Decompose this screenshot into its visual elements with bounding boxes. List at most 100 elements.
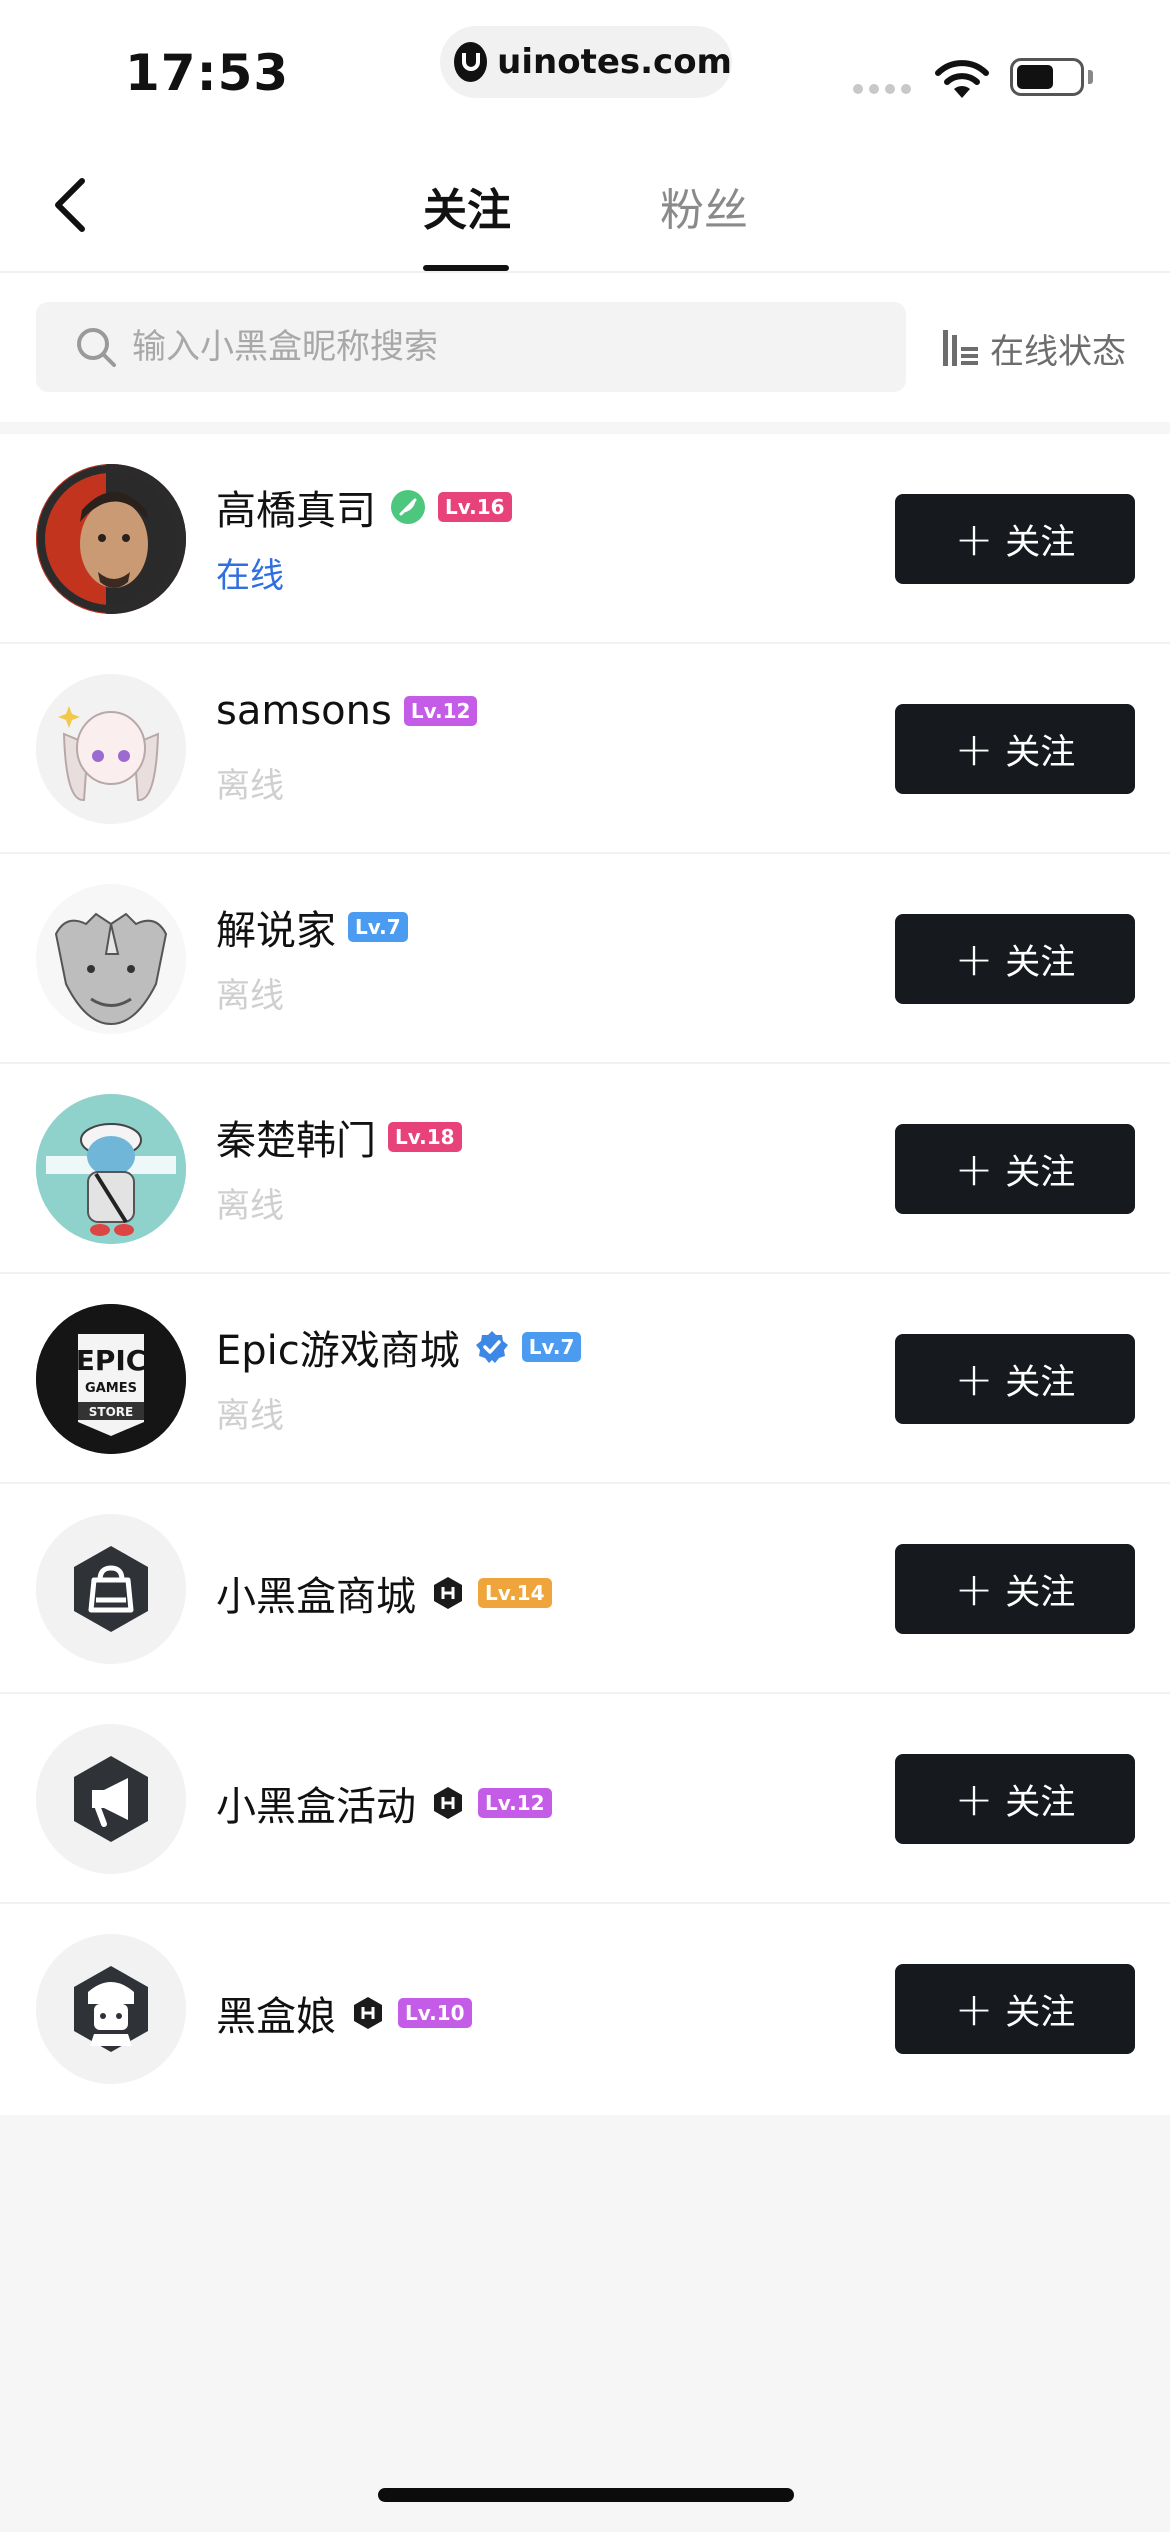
url-text: uinotes.com bbox=[497, 42, 732, 82]
follow-label: 关注 bbox=[1005, 1362, 1076, 1403]
avatar[interactable] bbox=[36, 674, 186, 824]
avatar[interactable] bbox=[36, 884, 186, 1034]
green-quill-badge-icon bbox=[391, 490, 425, 524]
online-status-text: 离线 bbox=[216, 976, 284, 1016]
level-badge: Lv.12 bbox=[403, 696, 478, 726]
heibox-mascot-hex-icon bbox=[36, 1934, 186, 2084]
user-name[interactable]: Epic游戏商城 bbox=[216, 1318, 460, 1376]
header-divider bbox=[0, 271, 1170, 273]
list-item[interactable]: 高橋真司 Lv.16 在线 + 关注 bbox=[0, 434, 1170, 644]
shopping-bag-hex-icon bbox=[36, 1514, 186, 1664]
heybox-official-badge-icon bbox=[354, 1997, 382, 2029]
user-name[interactable]: 小黑盒商城 bbox=[216, 1564, 416, 1622]
avatar[interactable]: EPIC GAMES STORE bbox=[36, 1304, 186, 1454]
online-status-label: 在线状态 bbox=[990, 331, 1126, 372]
follow-button[interactable]: + 关注 bbox=[895, 1964, 1135, 2054]
epic-games-logo-icon: EPIC GAMES STORE bbox=[36, 1304, 186, 1454]
online-status-text: 离线 bbox=[216, 766, 284, 806]
level-badge: Lv.16 bbox=[438, 492, 512, 522]
level-badge: Lv.14 bbox=[478, 1578, 552, 1608]
level-badge: Lv.18 bbox=[388, 1122, 462, 1152]
list-item[interactable]: 小黑盒活动 Lv.12 + 关注 bbox=[0, 1694, 1170, 1904]
search-input[interactable] bbox=[132, 327, 832, 367]
follow-label: 关注 bbox=[1005, 1992, 1076, 2033]
search-box[interactable] bbox=[36, 302, 906, 392]
online-status-text: 在线 bbox=[216, 556, 284, 596]
back-button[interactable] bbox=[40, 170, 100, 240]
status-bar: 17:53 uinotes.com bbox=[0, 0, 1170, 130]
svg-text:GAMES: GAMES bbox=[85, 1381, 137, 1396]
plus-icon: + bbox=[954, 512, 994, 566]
avatar-anime-girl-image bbox=[36, 674, 186, 824]
user-name[interactable]: 秦楚韩门 bbox=[216, 1108, 376, 1166]
level-badge: Lv.7 bbox=[521, 1332, 582, 1362]
avatar[interactable] bbox=[36, 1514, 186, 1664]
online-status-text: 离线 bbox=[216, 1186, 284, 1226]
sort-filter-icon bbox=[943, 330, 978, 366]
cellular-signal-icon bbox=[853, 84, 911, 94]
avatar[interactable] bbox=[36, 1934, 186, 2084]
list-item[interactable]: 黑盒娘 Lv.10 + 关注 bbox=[0, 1904, 1170, 2114]
follow-button[interactable]: + 关注 bbox=[895, 1754, 1135, 1844]
user-name[interactable]: 解说家 bbox=[216, 898, 336, 956]
online-status-filter[interactable]: 在线状态 bbox=[940, 318, 1126, 378]
avatar-portrait-image bbox=[36, 464, 186, 614]
follow-button[interactable]: + 关注 bbox=[895, 1334, 1135, 1424]
svg-text:STORE: STORE bbox=[89, 1405, 133, 1419]
list-item[interactable]: 秦楚韩门 Lv.18 离线 + 关注 bbox=[0, 1064, 1170, 1274]
follow-label: 关注 bbox=[1005, 1782, 1076, 1823]
section-divider bbox=[0, 422, 1170, 434]
status-time: 17:53 bbox=[125, 44, 290, 102]
follow-button[interactable]: + 关注 bbox=[895, 704, 1135, 794]
plus-icon: + bbox=[954, 1352, 994, 1406]
blue-verified-badge-icon bbox=[475, 1331, 508, 1363]
user-name[interactable]: 高橋真司 bbox=[216, 478, 376, 536]
url-pill[interactable]: uinotes.com bbox=[440, 26, 732, 98]
plus-icon: + bbox=[954, 932, 994, 986]
follow-label: 关注 bbox=[1005, 732, 1076, 773]
follow-label: 关注 bbox=[1005, 1152, 1076, 1193]
level-badge: Lv.7 bbox=[348, 912, 408, 942]
wifi-icon bbox=[935, 60, 989, 98]
level-badge: Lv.10 bbox=[398, 1998, 472, 2028]
user-name[interactable]: 黑盒娘 bbox=[216, 1984, 336, 2042]
avatar[interactable] bbox=[36, 464, 186, 614]
follow-label: 关注 bbox=[1005, 522, 1076, 563]
home-indicator[interactable] bbox=[378, 2488, 794, 2502]
avatar-squirtle-image bbox=[36, 1094, 186, 1244]
list-item[interactable]: 小黑盒商城 Lv.14 + 关注 bbox=[0, 1484, 1170, 1694]
follow-button[interactable]: + 关注 bbox=[895, 494, 1135, 584]
follow-button[interactable]: + 关注 bbox=[895, 914, 1135, 1004]
uinotes-logo-icon bbox=[454, 42, 488, 82]
battery-tip bbox=[1088, 70, 1093, 84]
heybox-official-badge-icon bbox=[434, 1787, 462, 1819]
svg-text:EPIC: EPIC bbox=[76, 1344, 147, 1377]
chevron-left-icon bbox=[55, 178, 85, 232]
tab-fans[interactable]: 粉丝 bbox=[660, 174, 748, 238]
battery-icon bbox=[1010, 58, 1084, 96]
tab-following[interactable]: 关注 bbox=[423, 174, 511, 238]
avatar-rhino-image bbox=[36, 884, 186, 1034]
level-badge: Lv.12 bbox=[478, 1788, 552, 1818]
follow-button[interactable]: + 关注 bbox=[895, 1124, 1135, 1214]
megaphone-hex-icon bbox=[36, 1724, 186, 1874]
list-item[interactable]: EPIC GAMES STORE Epic游戏商城 Lv.7 离线 + 关注 bbox=[0, 1274, 1170, 1484]
online-status-text: 离线 bbox=[216, 1396, 284, 1436]
plus-icon: + bbox=[954, 722, 994, 776]
list-item[interactable]: samsons Lv.12 离线 + 关注 bbox=[0, 644, 1170, 854]
user-name[interactable]: samsons bbox=[216, 688, 392, 734]
follow-label: 关注 bbox=[1005, 942, 1076, 983]
following-list: 高橋真司 Lv.16 在线 + 关注 samsons Lv.12 离线 + 关注… bbox=[0, 434, 1170, 2114]
search-icon bbox=[77, 328, 116, 367]
plus-icon: + bbox=[954, 1562, 994, 1616]
follow-button[interactable]: + 关注 bbox=[895, 1544, 1135, 1634]
plus-icon: + bbox=[954, 1982, 994, 2036]
heybox-official-badge-icon bbox=[434, 1577, 462, 1609]
list-item[interactable]: 解说家 Lv.7 离线 + 关注 bbox=[0, 854, 1170, 1064]
follow-label: 关注 bbox=[1005, 1572, 1076, 1613]
avatar[interactable] bbox=[36, 1094, 186, 1244]
user-name[interactable]: 小黑盒活动 bbox=[216, 1774, 416, 1832]
plus-icon: + bbox=[954, 1142, 994, 1196]
avatar[interactable] bbox=[36, 1724, 186, 1874]
plus-icon: + bbox=[954, 1772, 994, 1826]
